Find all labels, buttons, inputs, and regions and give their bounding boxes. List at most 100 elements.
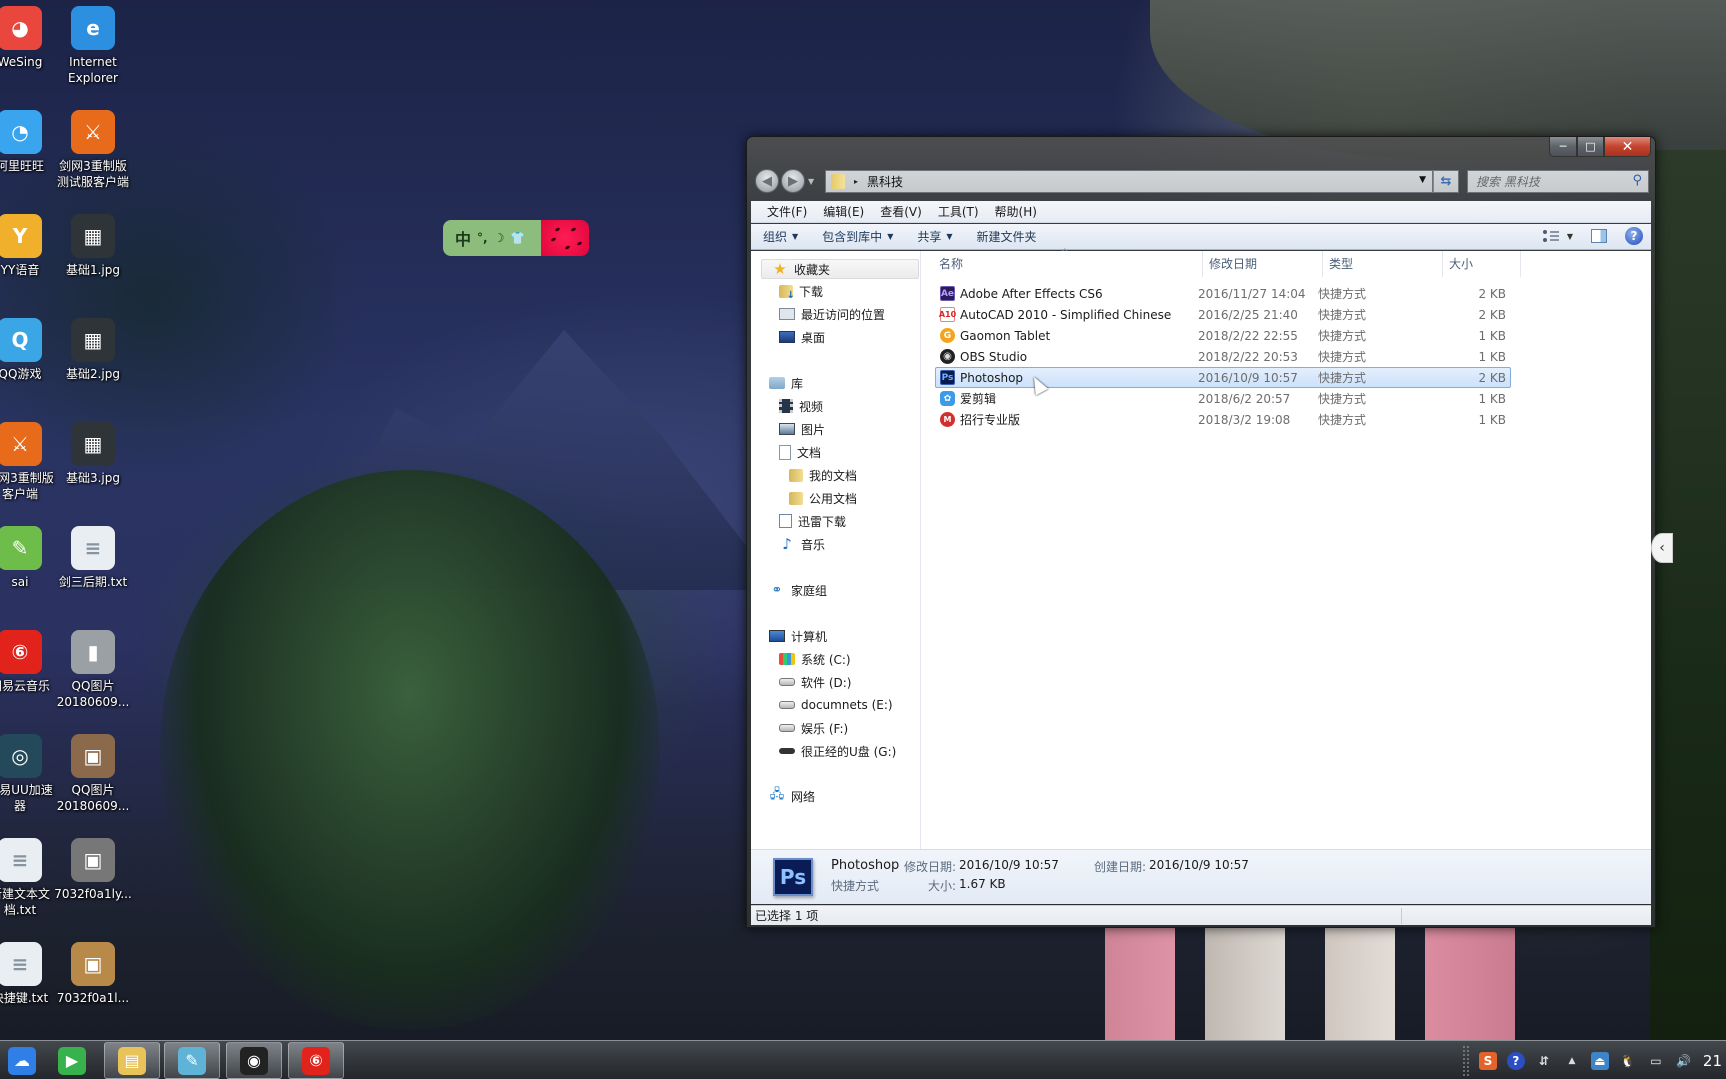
- ime-watermelon-logo[interactable]: [541, 220, 589, 256]
- column-header-size[interactable]: 大小: [1443, 250, 1521, 277]
- ime-skin-icon[interactable]: 👕: [510, 231, 525, 245]
- nav-music[interactable]: ♪ 音乐: [779, 534, 825, 554]
- nav-videos[interactable]: 视频: [779, 396, 823, 416]
- nav-favorites[interactable]: ★ 收藏夹: [761, 259, 919, 279]
- back-button[interactable]: ◀: [755, 169, 779, 193]
- organize-button[interactable]: 组织 ▼: [763, 228, 798, 245]
- recent-pages-dropdown[interactable]: ▼: [808, 177, 814, 186]
- file-row[interactable]: ◉ OBS Studio 2018/2/22 20:53 快捷方式 1 KB: [935, 346, 1511, 367]
- desktop-icon[interactable]: ▦ 基础3.jpg: [47, 422, 139, 486]
- ime-halfwidth-icon[interactable]: ☽: [494, 231, 505, 245]
- ime-mode-toggle[interactable]: 中: [455, 226, 471, 250]
- taskbar-app-tencent-video[interactable]: ▶: [50, 1042, 94, 1079]
- menu-edit[interactable]: 编辑(E): [815, 203, 872, 220]
- desktop-icon[interactable]: ▣ 7032f0a1l...: [47, 942, 139, 1006]
- menu-tools[interactable]: 工具(T): [930, 203, 987, 220]
- clock[interactable]: 21: [1703, 1052, 1722, 1070]
- file-row[interactable]: Ae Adobe After Effects CS6 2016/11/27 14:0…: [935, 283, 1511, 304]
- nav-my-documents[interactable]: 我的文档: [789, 465, 857, 485]
- file-row[interactable]: ✿ 爱剪辑 2018/6/2 20:57 快捷方式 1 KB: [935, 388, 1511, 409]
- menu-help[interactable]: 帮助(H): [987, 203, 1045, 220]
- file-row[interactable]: M 招行专业版 2018/3/2 19:08 快捷方式 1 KB: [935, 409, 1511, 430]
- collapse-side-panel-button[interactable]: ‹: [1651, 533, 1673, 563]
- nav-label: 很正经的U盘 (G:): [801, 744, 897, 759]
- close-button[interactable]: ✕: [1604, 137, 1651, 157]
- desktop-icon[interactable]: ≡ 剑三后期.txt: [47, 526, 139, 590]
- menu-view[interactable]: 查看(V): [872, 203, 930, 220]
- desktop-icon[interactable]: ▦ 基础2.jpg: [47, 318, 139, 382]
- address-history-dropdown[interactable]: ▼: [1419, 175, 1426, 185]
- file-row[interactable]: Ps Photoshop 2016/10/9 10:57 快捷方式 2 KB: [935, 367, 1511, 388]
- taskbar-app-file-explorer[interactable]: ▤: [104, 1042, 160, 1079]
- language-bar-icon[interactable]: ⇵: [1535, 1052, 1553, 1070]
- nav-computer[interactable]: 计算机: [769, 626, 827, 646]
- minimize-button[interactable]: ─: [1549, 137, 1577, 157]
- nav-drive-d[interactable]: 软件 (D:): [779, 672, 851, 692]
- nav-recent-places[interactable]: 最近访问的位置: [779, 304, 885, 324]
- nav-drive-e[interactable]: documnets (E:): [779, 695, 893, 715]
- refresh-button[interactable]: ⇆: [1433, 170, 1459, 193]
- desktop-icon-label: 7032f0a1ly...: [54, 887, 132, 901]
- tray-grip[interactable]: [1462, 1045, 1469, 1076]
- netease-music-icon: ⑥: [302, 1046, 330, 1075]
- desktop-icon[interactable]: ▦ 基础1.jpg: [47, 214, 139, 278]
- desktop-icon[interactable]: ⚔ 剑网3重制版 测试服客户端: [47, 110, 139, 190]
- network-icon[interactable]: ▭: [1647, 1052, 1665, 1070]
- taskbar-app-netease-music[interactable]: ⑥: [288, 1042, 344, 1079]
- breadcrumb-current-folder[interactable]: 黑科技: [867, 173, 903, 190]
- column-header-type[interactable]: 类型: [1323, 250, 1443, 277]
- ime-status-bar[interactable]: 中 °, ☽ 👕: [443, 220, 589, 256]
- include-in-library-button[interactable]: 包含到库中 ▼: [822, 228, 893, 245]
- nav-label: 娱乐 (F:): [801, 721, 849, 736]
- nav-pictures[interactable]: 图片: [779, 419, 825, 439]
- sogou-input-icon[interactable]: S: [1478, 1051, 1497, 1070]
- help-icon[interactable]: ?: [1506, 1051, 1525, 1070]
- jx3-client-icon: ⚔: [0, 422, 42, 466]
- menu-file[interactable]: 文件(F): [759, 203, 815, 220]
- nav-network[interactable]: 🖧 网络: [769, 786, 815, 806]
- share-button[interactable]: 共享 ▼: [917, 228, 952, 245]
- breadcrumb-separator[interactable]: ▸: [854, 177, 858, 186]
- nav-drive-f[interactable]: 娱乐 (F:): [779, 718, 848, 738]
- nav-desktop[interactable]: 桌面: [779, 327, 825, 347]
- forward-button[interactable]: ▶: [781, 169, 805, 193]
- maximize-button[interactable]: □: [1577, 137, 1604, 157]
- nav-thunder-downloads[interactable]: 迅雷下载: [779, 511, 846, 531]
- desktop-icon[interactable]: ▣ 7032f0a1ly...: [47, 838, 139, 902]
- desktop-icon[interactable]: ▣ QQ图片 20180609...: [47, 734, 139, 814]
- search-input[interactable]: 搜索 黑科技 ⚲: [1467, 170, 1649, 193]
- taskbar-app-obs[interactable]: ◉: [226, 1042, 282, 1079]
- change-view-button[interactable]: ▼: [1542, 230, 1573, 242]
- image-file-icon: ▦: [71, 422, 115, 466]
- preview-pane-button[interactable]: [1591, 229, 1607, 243]
- nav-libraries[interactable]: 库: [769, 373, 803, 393]
- file-name: Photoshop: [960, 370, 1024, 385]
- column-header-date[interactable]: 修改日期: [1203, 250, 1323, 277]
- usb-safely-remove-icon[interactable]: ⏏: [1590, 1051, 1609, 1070]
- taskbar-app-notepad[interactable]: ✎: [164, 1042, 220, 1079]
- new-folder-button[interactable]: 新建文件夹: [977, 228, 1037, 245]
- volume-icon[interactable]: 🔊: [1675, 1052, 1693, 1070]
- star-icon: ★: [773, 260, 787, 278]
- desktop-icon-label: 7032f0a1l...: [56, 991, 130, 1005]
- new-folder-label: 新建文件夹: [976, 230, 1037, 244]
- nav-drive-c[interactable]: 系统 (C:): [779, 649, 851, 669]
- nav-downloads[interactable]: 下载: [779, 281, 823, 301]
- column-header-name[interactable]: 名称: [933, 250, 1203, 277]
- nav-documents[interactable]: 文档: [779, 442, 821, 462]
- nav-drive-g[interactable]: 很正经的U盘 (G:): [779, 741, 896, 761]
- file-row[interactable]: A10 AutoCAD 2010 - Simplified Chinese 2016…: [935, 304, 1511, 325]
- ime-punctuation-toggle[interactable]: °,: [477, 231, 488, 245]
- file-type: 快捷方式: [1318, 287, 1367, 301]
- nav-homegroup[interactable]: ⚭ 家庭组: [769, 580, 827, 600]
- desktop-icon[interactable]: ▮ QQ图片 20180609...: [47, 630, 139, 710]
- search-icon[interactable]: ⚲: [1632, 173, 1642, 188]
- file-row[interactable]: G Gaomon Tablet 2018/2/22 22:55 快捷方式 1 KB: [935, 325, 1511, 346]
- address-bar[interactable]: ▸ 黑科技 ▼: [825, 170, 1433, 193]
- taskbar-app-baidu-netdisk[interactable]: ☁: [0, 1042, 44, 1079]
- desktop-icon[interactable]: e Internet Explorer: [47, 6, 139, 86]
- qq-icon[interactable]: 🐧: [1619, 1052, 1637, 1070]
- show-hidden-icons-button[interactable]: ▲: [1563, 1052, 1581, 1070]
- help-button[interactable]: ?: [1625, 227, 1643, 245]
- nav-public-documents[interactable]: 公用文档: [789, 488, 857, 508]
